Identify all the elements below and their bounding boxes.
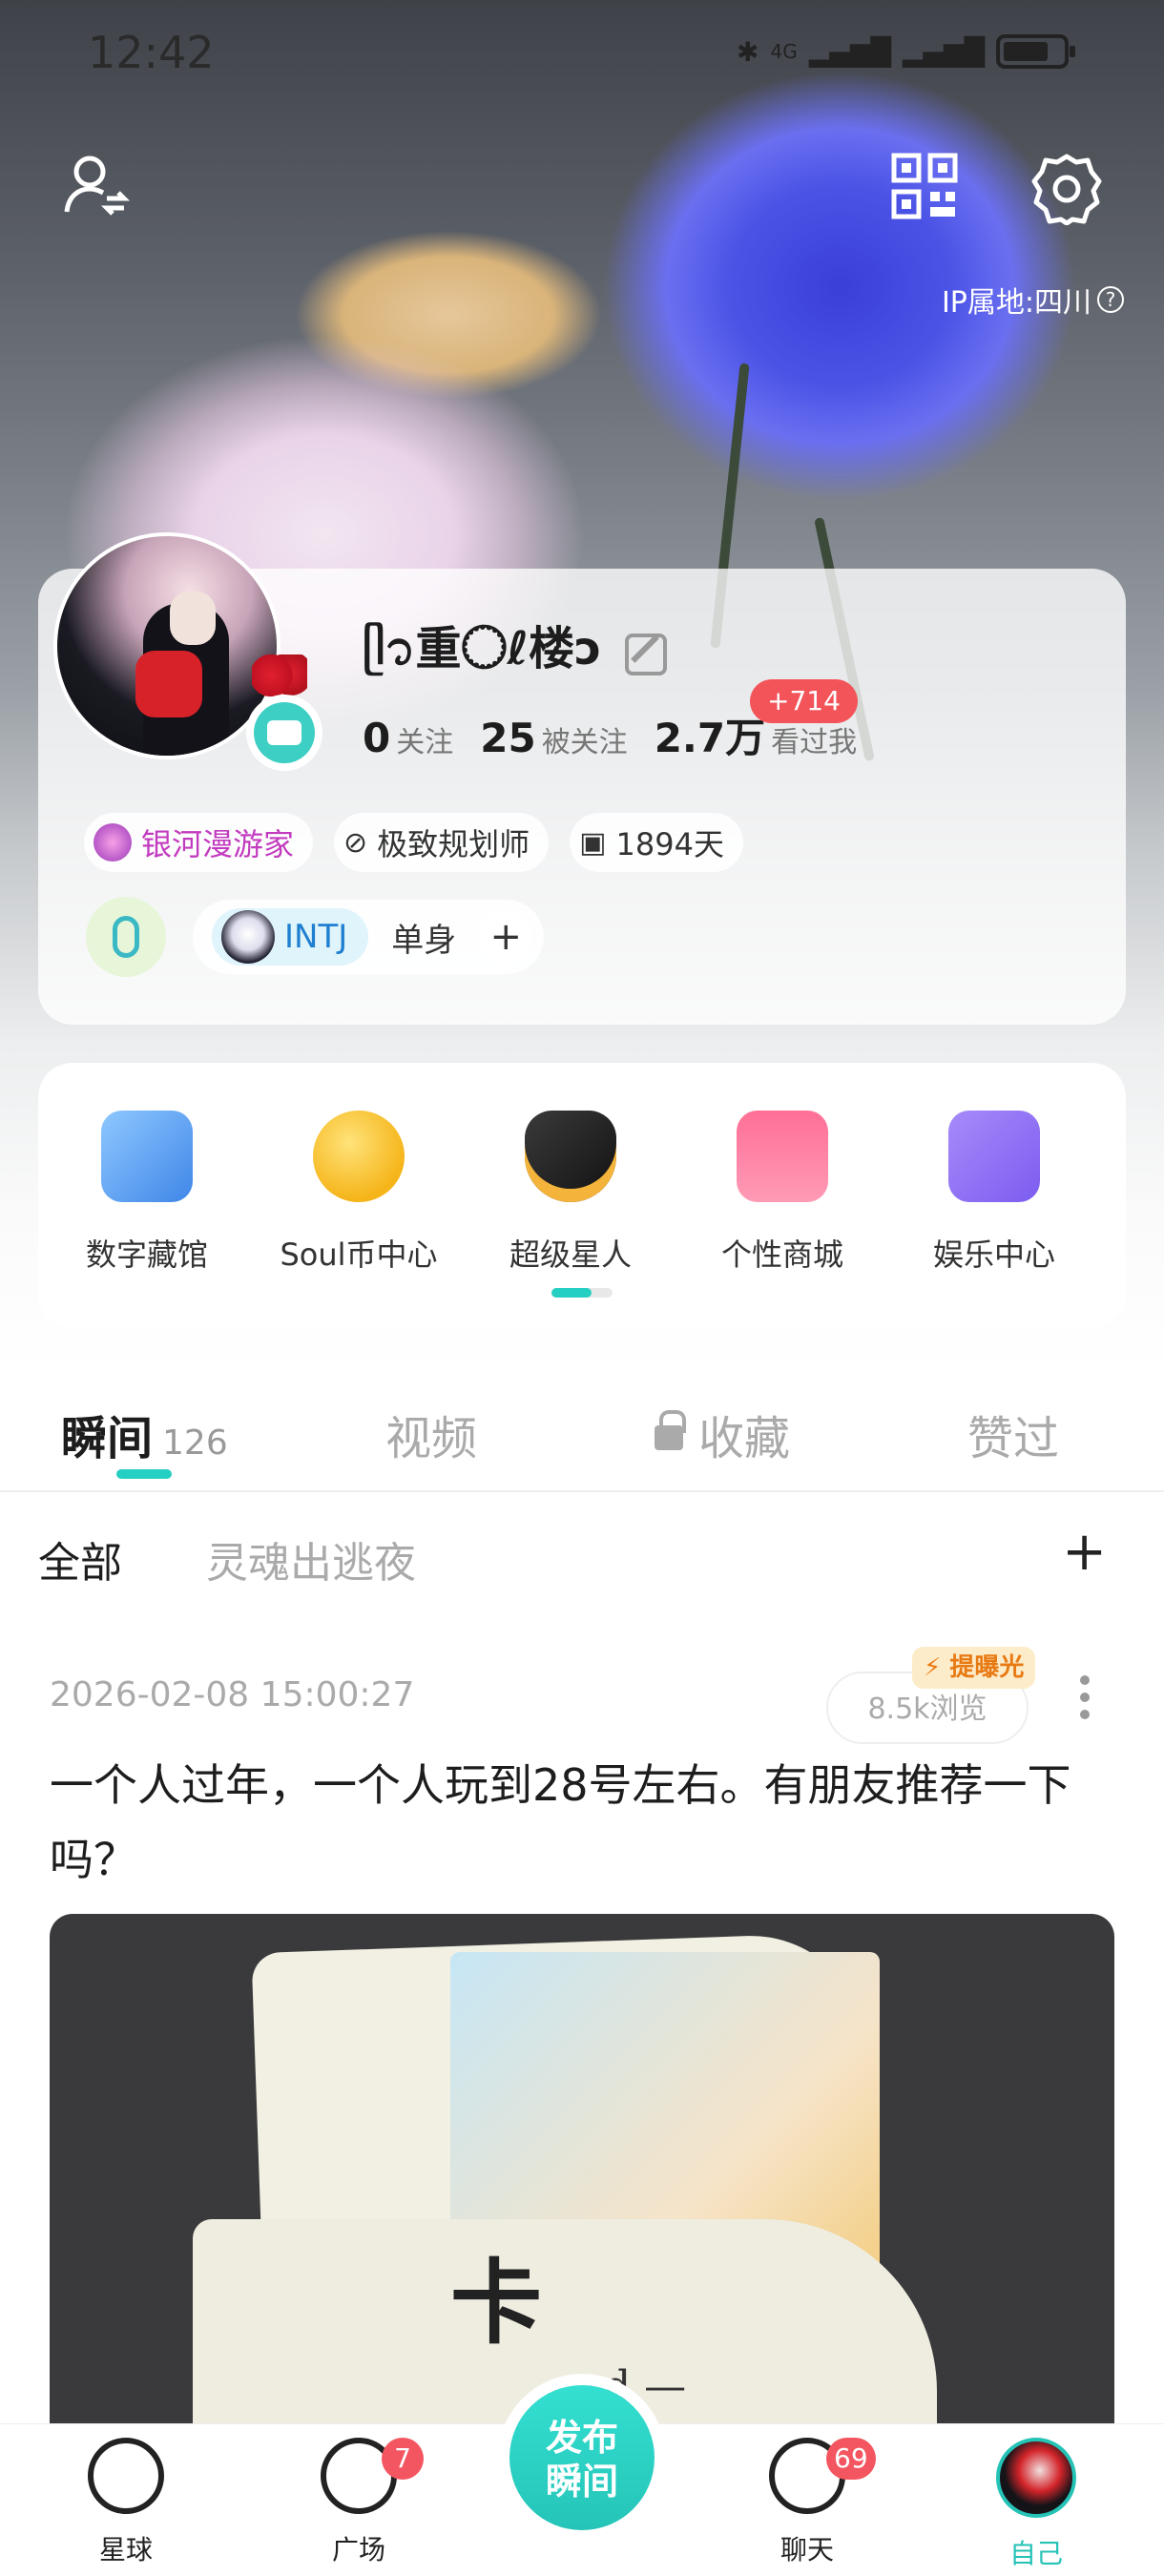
visitor-switch-icon[interactable] <box>61 153 131 225</box>
tab-favorites[interactable]: 收藏 <box>655 1401 790 1467</box>
nav-me-label: 自己 <box>1008 2538 1063 2569</box>
publish-label-2: 瞬间 <box>545 2461 618 2503</box>
tab-moments[interactable]: 瞬间 126 <box>61 1401 228 1467</box>
active-tab-indicator <box>116 1469 172 1479</box>
service-super-star[interactable]: 超级星人 <box>466 1111 676 1275</box>
nav-planet-label: 星球 <box>98 2534 153 2566</box>
tag-planner[interactable]: ⊘ 极致规划师 <box>334 813 550 872</box>
filter-all[interactable]: 全部 <box>38 1528 122 1589</box>
following-count[interactable]: 0 <box>363 715 390 761</box>
tag-planner-label: 极致规划师 <box>377 826 530 862</box>
nav-square-label: 广场 <box>331 2534 385 2566</box>
battery-icon <box>996 34 1075 69</box>
boost-label: 提曝光 <box>949 1653 1025 1682</box>
ip-location[interactable]: IP属地:四川 ? <box>942 279 1124 321</box>
nav-planet[interactable]: 星球 <box>50 2438 202 2567</box>
filter-soul-escape-night[interactable]: 灵魂出逃夜 <box>206 1528 416 1589</box>
service-personal-mall[interactable]: 个性商城 <box>677 1111 887 1275</box>
nickname[interactable]: ᥫ᭡重◌⃝ℓ楼ↄ <box>363 611 667 697</box>
relationship-status[interactable]: 单身 <box>391 914 456 961</box>
mbti-tag[interactable]: INTJ <box>212 908 369 966</box>
visitors-count[interactable]: 2.7万 <box>655 706 765 764</box>
following-label[interactable]: 关注 <box>396 718 453 760</box>
gamepad-icon <box>948 1111 1040 1202</box>
nav-me[interactable]: 自己 <box>960 2438 1112 2571</box>
publish-label-1: 发布 <box>545 2417 618 2459</box>
tab-videos-label: 视频 <box>385 1412 478 1465</box>
page-indicator <box>551 1288 613 1298</box>
ip-location-text: IP属地:四川 <box>941 286 1091 320</box>
card-text: 卡 <box>450 2249 542 2357</box>
service-entertainment[interactable]: 娱乐中心 <box>889 1111 1099 1275</box>
services-panel: 数字藏馆 Soul币中心 超级星人 个性商城 娱乐中心 <box>38 1063 1126 1328</box>
tab-favorites-label: 收藏 <box>698 1412 791 1465</box>
astronaut-icon <box>221 910 275 964</box>
moment-post[interactable]: 2026-02-08 15:00:27 8.5k浏览 ⚡ 提曝光 一个人过年，一… <box>0 1618 1164 2486</box>
shop-icon <box>737 1111 828 1202</box>
eye-off-icon: ⊘ <box>343 825 368 860</box>
tab-moments-count: 126 <box>162 1423 228 1463</box>
tag-galaxy[interactable]: 银河漫游家 <box>84 813 314 872</box>
rose-decoration-icon <box>252 654 307 696</box>
post-text: 一个人过年，一个人玩到28号左右。有朋友推荐一下吗？ <box>50 1759 1071 1885</box>
tag-days[interactable]: ▣ 1894天 <box>570 813 743 872</box>
soul-coin-icon <box>313 1111 405 1202</box>
voice-intro-icon[interactable] <box>86 897 166 977</box>
status-bar: 12:42 ✱ 4G ▂▄▆█ ▂▄▆█ <box>0 27 1164 84</box>
content-tabs: 瞬间 126 视频 收藏 赞过 <box>0 1370 1164 1492</box>
square-badge: 7 <box>382 2438 424 2480</box>
boost-exposure-badge[interactable]: ⚡ 提曝光 <box>912 1647 1036 1689</box>
visitors-label[interactable]: 看过我 <box>771 718 857 760</box>
service-label: 数字藏馆 <box>85 1236 208 1273</box>
tab-moments-label: 瞬间 <box>61 1412 154 1465</box>
me-avatar-icon <box>996 2438 1076 2518</box>
service-digital-collection[interactable]: 数字藏馆 <box>42 1111 252 1275</box>
mbti-label: INTJ <box>284 918 348 956</box>
planet-icon <box>88 2438 164 2514</box>
status-icons: ✱ 4G ▂▄▆█ ▂▄▆█ <box>737 34 1075 69</box>
nav-chat[interactable]: 聊天 69 <box>731 2438 883 2567</box>
digital-collection-icon <box>101 1111 193 1202</box>
info-icon: ? <box>1097 286 1124 313</box>
chat-badge: 69 <box>826 2438 876 2480</box>
super-star-icon <box>525 1111 616 1202</box>
profile-tags: 银河漫游家 ⊘ 极致规划师 ▣ 1894天 <box>84 813 743 872</box>
service-label: Soul币中心 <box>280 1236 438 1273</box>
publish-moment-button[interactable]: 发布 瞬间 <box>509 2385 655 2530</box>
profile-row-2: INTJ 单身 + <box>86 897 545 977</box>
new-visitors-badge: +714 <box>750 679 858 723</box>
settings-gear-icon[interactable] <box>1030 153 1103 229</box>
tag-galaxy-label: 银河漫游家 <box>141 826 295 862</box>
avatar-shop-badge-icon[interactable] <box>246 695 322 771</box>
nav-square[interactable]: 广场 7 <box>282 2438 435 2567</box>
tab-liked-label: 赞过 <box>967 1412 1060 1465</box>
qr-code-icon[interactable] <box>891 153 958 223</box>
personal-tags-pill: INTJ 单身 + <box>193 900 545 974</box>
post-time: 2026-02-08 15:00:27 <box>50 1675 415 1714</box>
add-filter-button[interactable]: + <box>1062 1521 1107 1583</box>
signal-icon-2: ▂▄▆█ <box>902 35 985 68</box>
service-soul-coin[interactable]: Soul币中心 <box>254 1111 464 1275</box>
followers-count[interactable]: 25 <box>480 715 535 761</box>
more-options-icon[interactable] <box>1080 1675 1090 1727</box>
tab-liked[interactable]: 赞过 <box>967 1401 1059 1467</box>
add-tag-button[interactable]: + <box>479 910 533 964</box>
calendar-icon: ▣ <box>579 825 607 860</box>
filter-row: 全部 灵魂出逃夜 + <box>0 1494 1164 1618</box>
lock-icon <box>655 1410 686 1450</box>
status-time: 12:42 <box>88 27 215 78</box>
bluetooth-icon: ✱ <box>737 35 759 68</box>
nickname-text: ᥫ᭡重◌⃝ℓ楼ↄ <box>363 622 602 675</box>
service-label: 个性商城 <box>720 1236 843 1273</box>
galaxy-badge-icon <box>94 823 132 862</box>
network-label: 4G <box>770 40 798 63</box>
followers-label[interactable]: 被关注 <box>542 718 628 760</box>
signal-icon: ▂▄▆█ <box>808 35 891 68</box>
service-label: 娱乐中心 <box>932 1236 1055 1273</box>
edit-icon[interactable] <box>624 633 667 675</box>
nav-chat-label: 聊天 <box>779 2534 834 2566</box>
tab-videos[interactable]: 视频 <box>385 1401 477 1467</box>
tag-days-label: 1894天 <box>615 826 724 862</box>
service-label: 超级星人 <box>509 1236 632 1273</box>
